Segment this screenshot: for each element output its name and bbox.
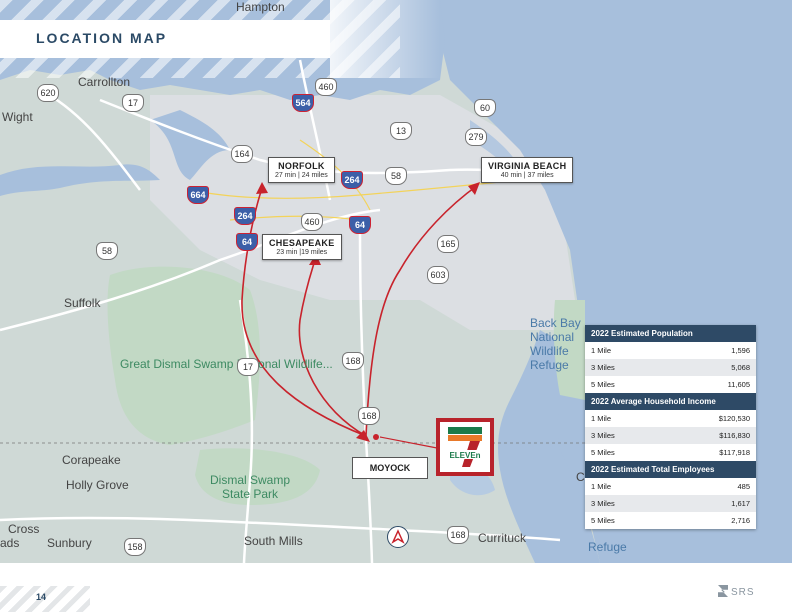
row-label: 5 Miles	[591, 380, 615, 389]
place-currituck: Currituck	[478, 531, 527, 545]
interstate-64b-icon: 64	[236, 233, 258, 251]
row-value: 11,605	[727, 380, 750, 389]
row-value: $116,830	[719, 431, 750, 440]
row-value: $120,530	[718, 414, 750, 423]
callout-chesapeake: CHESAPEAKE 23 min |19 miles	[262, 234, 342, 260]
place-south-mills: South Mills	[244, 534, 303, 548]
callout-virginia-beach-name: VIRGINIA BEACH	[488, 161, 567, 171]
place-wight: Wight	[2, 110, 33, 124]
callout-norfolk-name: NORFOLK	[278, 161, 325, 171]
route-168b-icon: 168	[358, 407, 380, 425]
table-row: 3 Miles 5,068	[585, 359, 756, 376]
row-label: 1 Mile	[591, 414, 612, 423]
table-row: 3 Miles $116,830	[585, 427, 756, 444]
row-value: $117,918	[719, 448, 750, 457]
route-603-icon: 603	[427, 266, 449, 284]
seven-eleven-mark-icon: ELEVEn	[446, 427, 484, 467]
table-row: 3 Miles 1,617	[585, 495, 756, 512]
page-number: 14	[36, 592, 47, 602]
table-row: 5 Miles 2,716	[585, 512, 756, 529]
interstate-64-icon: 64	[349, 216, 371, 234]
place-back-bay: Back Bay National Wildlife Refuge	[530, 316, 581, 372]
income-header: 2022 Average Household Income	[585, 393, 756, 410]
place-hampton: Hampton	[236, 0, 285, 14]
route-165-icon: 165	[437, 235, 459, 253]
employees-header: 2022 Estimated Total Employees	[585, 461, 756, 478]
header-fade	[330, 0, 440, 78]
brand-logo: SRS	[718, 585, 755, 598]
brand-text: SRS	[731, 587, 755, 598]
table-row: 5 Miles 11,605	[585, 376, 756, 393]
row-value: 5,068	[731, 363, 750, 372]
table-row: 1 Mile 485	[585, 478, 756, 495]
interstate-664-icon: 664	[187, 186, 209, 204]
page-title: LOCATION MAP	[36, 30, 168, 46]
route-17b-icon: 17	[237, 358, 259, 376]
interstate-264b-icon: 264	[234, 207, 256, 225]
row-value: 1,617	[731, 499, 750, 508]
row-label: 3 Miles	[591, 499, 615, 508]
callout-chesapeake-distance: 23 min |19 miles	[276, 249, 328, 256]
callout-moyock: MOYOCK	[352, 457, 428, 479]
table-row: 5 Miles $117,918	[585, 444, 756, 461]
row-label: 5 Miles	[591, 516, 615, 525]
callout-norfolk: NORFOLK 27 min | 24 miles	[268, 157, 335, 183]
row-label: 3 Miles	[591, 431, 615, 440]
table-row: 1 Mile 1,596	[585, 342, 756, 359]
row-label: 5 Miles	[591, 448, 615, 457]
location-map[interactable]: LOCATION MAP Hampton Carrollton Wight Su…	[0, 0, 792, 563]
interstate-264-icon: 264	[341, 171, 363, 189]
route-60-icon: 60	[474, 99, 496, 117]
route-460-icon: 460	[315, 78, 337, 96]
row-value: 1,596	[731, 346, 750, 355]
row-label: 3 Miles	[591, 363, 615, 372]
place-dismal-swamp-state-park: Dismal Swamp State Park	[209, 473, 290, 501]
place-holly-grove: Holly Grove	[66, 478, 129, 492]
callout-chesapeake-name: CHESAPEAKE	[269, 238, 335, 248]
route-17-icon: 17	[122, 94, 144, 112]
route-620-icon: 620	[37, 84, 59, 102]
table-row: 1 Mile $120,530	[585, 410, 756, 427]
route-164-icon: 164	[231, 145, 253, 163]
callout-virginia-beach: VIRGINIA BEACH 40 min | 37 miles	[481, 157, 574, 183]
callout-virginia-beach-distance: 40 min | 37 miles	[500, 172, 554, 179]
place-suffolk: Suffolk	[64, 296, 101, 310]
route-13-icon: 13	[390, 122, 412, 140]
row-value: 485	[737, 482, 750, 491]
route-279-icon: 279	[465, 128, 487, 146]
seven-eleven-logo-text: ELEVEn	[449, 451, 480, 460]
footer	[0, 563, 792, 612]
route-460b-icon: 460	[301, 213, 323, 231]
callout-norfolk-distance: 27 min | 24 miles	[275, 172, 328, 179]
place-refuge: Refuge	[588, 540, 627, 554]
row-value: 2,716	[731, 516, 750, 525]
demographics-panel: 2022 Estimated Population 1 Mile 1,596 3 …	[585, 325, 756, 529]
row-label: 1 Mile	[591, 346, 612, 355]
route-168-icon: 168	[342, 352, 364, 370]
place-corapeake: Corapeake	[62, 453, 121, 467]
place-great-dismal-swamp: Great Dismal Swamp National Wildlife...	[120, 357, 333, 371]
place-sunbury: Sunbury	[47, 536, 92, 550]
population-header: 2022 Estimated Population	[585, 325, 756, 342]
route-58b-icon: 58	[96, 242, 118, 260]
place-carrollton: Carrollton	[78, 75, 131, 89]
srs-logo-icon	[718, 585, 728, 597]
route-58-icon: 58	[385, 167, 407, 185]
row-label: 1 Mile	[591, 482, 612, 491]
interstate-564-icon: 564	[292, 94, 314, 112]
place-ads: ads	[0, 536, 20, 550]
route-158-icon: 158	[124, 538, 146, 556]
place-cross: Cross	[8, 522, 40, 536]
compass-icon[interactable]	[387, 526, 409, 548]
route-168c-icon: 168	[447, 526, 469, 544]
